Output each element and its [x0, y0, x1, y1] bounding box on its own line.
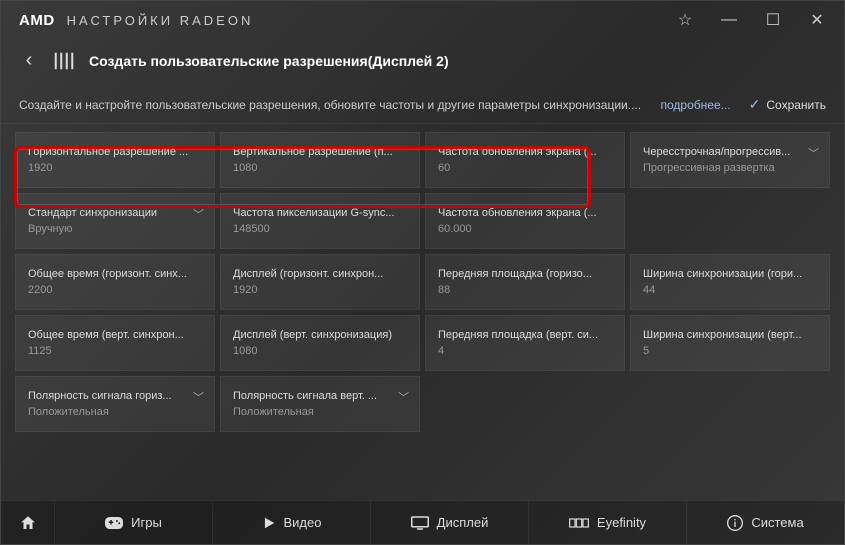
tile-label: Частота обновления экрана (... [438, 146, 612, 158]
minimize-icon[interactable]: — [720, 11, 738, 29]
home-icon [19, 514, 37, 532]
app-title: НАСТРОЙКИ RADEON [67, 13, 254, 28]
setting-tile[interactable]: Общее время (горизонт. синх... 2200 [15, 254, 215, 310]
tile-value: 1080 [233, 162, 407, 174]
setting-tile[interactable]: Вертикальное разрешение (п... 1080 [220, 132, 420, 188]
tile-label: Чересстрочная/прогрессив... [643, 146, 817, 158]
setting-tile [630, 193, 830, 249]
setting-tile[interactable]: Частота обновления экрана (... 60.000 [425, 193, 625, 249]
info-text: Создайте и настройте пользовательские ра… [19, 98, 643, 112]
setting-tile[interactable]: Дисплей (горизонт. синхрон... 1920 [220, 254, 420, 310]
back-button[interactable]: ‹ [19, 49, 39, 72]
tile-value: 5 [643, 345, 817, 357]
tile-label: Горизонтальное разрешение ... [28, 146, 202, 158]
setting-tile [425, 376, 625, 432]
tile-label: Ширина синхронизации (гори... [643, 268, 817, 280]
setting-tile[interactable]: Ширина синхронизации (верт... 5 [630, 315, 830, 371]
app-window: AMD НАСТРОЙКИ RADEON ☆ — ☐ ✕ ‹ Создать п… [0, 0, 845, 545]
settings-grid: Горизонтальное разрешение ... 1920 Вертика… [1, 124, 844, 500]
chevron-down-icon: ﹀ [398, 389, 409, 405]
amd-logo: AMD [19, 12, 55, 29]
nav-games-label: Игры [131, 515, 162, 530]
setting-tile[interactable]: Полярность сигнала гориз... Положительная… [15, 376, 215, 432]
nav-games[interactable]: Игры [55, 501, 213, 544]
tile-label: Общее время (горизонт. синх... [28, 268, 202, 280]
tile-value: Положительная [28, 406, 202, 418]
nav-display[interactable]: Дисплей [371, 501, 529, 544]
setting-tile[interactable]: Передняя площадка (верт. си... 4 [425, 315, 625, 371]
setting-tile[interactable]: Стандарт синхронизации Вручную﹀ [15, 193, 215, 249]
tile-label: Передняя площадка (горизо... [438, 268, 612, 280]
chevron-down-icon: ﹀ [808, 145, 819, 161]
info-row: Создайте и настройте пользовательские ра… [1, 82, 844, 124]
bottom-nav: Игры Видео Дисплей Eyefinity Система [1, 500, 844, 544]
info-icon [727, 515, 743, 531]
tile-value: 4 [438, 345, 612, 357]
maximize-icon[interactable]: ☐ [764, 11, 782, 29]
tile-label: Дисплей (верт. синхронизация) [233, 329, 407, 341]
tile-value: Положительная [233, 406, 407, 418]
nav-video[interactable]: Видео [213, 501, 371, 544]
tile-label: Частота пикселизации G-sync... [233, 207, 407, 219]
display-icon [411, 516, 429, 530]
tile-value: 1920 [233, 284, 407, 296]
chevron-down-icon: ﹀ [193, 206, 204, 222]
setting-tile[interactable]: Горизонтальное разрешение ... 1920 [15, 132, 215, 188]
favorite-icon[interactable]: ☆ [676, 11, 694, 29]
gamepad-icon [105, 516, 123, 530]
tile-label: Передняя площадка (верт. си... [438, 329, 612, 341]
tile-value: 44 [643, 284, 817, 296]
more-link[interactable]: подробнее... [661, 98, 731, 112]
chevron-down-icon: ﹀ [193, 389, 204, 405]
tile-value: 60 [438, 162, 612, 174]
tile-label: Ширина синхронизации (верт... [643, 329, 817, 341]
play-icon [262, 516, 276, 530]
setting-tile[interactable]: Дисплей (верт. синхронизация) 1080 [220, 315, 420, 371]
titlebar: AMD НАСТРОЙКИ RADEON ☆ — ☐ ✕ [1, 1, 844, 39]
tile-value: 2200 [28, 284, 202, 296]
tile-value: 60.000 [438, 223, 612, 235]
nav-eyefinity-label: Eyefinity [597, 515, 646, 530]
tile-label: Полярность сигнала верт. ... [233, 390, 407, 402]
setting-tile [630, 376, 830, 432]
save-label: Сохранить [766, 98, 826, 112]
setting-tile[interactable]: Общее время (верт. синхрон... 1125 [15, 315, 215, 371]
tile-label: Общее время (верт. синхрон... [28, 329, 202, 341]
setting-tile[interactable]: Передняя площадка (горизо... 88 [425, 254, 625, 310]
tile-value: 1920 [28, 162, 202, 174]
eyefinity-icon [569, 517, 589, 529]
nav-eyefinity[interactable]: Eyefinity [529, 501, 687, 544]
tile-value: 148500 [233, 223, 407, 235]
close-icon[interactable]: ✕ [808, 11, 826, 29]
nav-system-label: Система [751, 515, 803, 530]
nav-system[interactable]: Система [687, 501, 844, 544]
tile-label: Полярность сигнала гориз... [28, 390, 202, 402]
tile-value: Прогрессивная развертка [643, 162, 817, 174]
tile-label: Вертикальное разрешение (п... [233, 146, 407, 158]
setting-tile[interactable]: Частота обновления экрана (... 60 [425, 132, 625, 188]
nav-home[interactable] [1, 501, 55, 544]
tile-label: Дисплей (горизонт. синхрон... [233, 268, 407, 280]
setting-tile[interactable]: Частота пикселизации G-sync... 148500 [220, 193, 420, 249]
tile-value: 1080 [233, 345, 407, 357]
tile-value: 1125 [28, 345, 202, 357]
resolution-icon [53, 50, 75, 72]
nav-video-label: Видео [284, 515, 322, 530]
subheader: ‹ Создать пользовательские разрешения(Ди… [1, 39, 844, 82]
page-title: Создать пользовательские разрешения(Дисп… [89, 53, 449, 69]
setting-tile[interactable]: Ширина синхронизации (гори... 44 [630, 254, 830, 310]
nav-display-label: Дисплей [437, 515, 489, 530]
tile-label: Стандарт синхронизации [28, 207, 202, 219]
setting-tile[interactable]: Чересстрочная/прогрессив... Прогрессивная… [630, 132, 830, 188]
tile-value: 88 [438, 284, 612, 296]
tile-label: Частота обновления экрана (... [438, 207, 612, 219]
save-button[interactable]: ✓ Сохранить [749, 96, 826, 113]
tile-value: Вручную [28, 223, 202, 235]
setting-tile[interactable]: Полярность сигнала верт. ... Положительна… [220, 376, 420, 432]
check-icon: ✓ [749, 96, 761, 113]
